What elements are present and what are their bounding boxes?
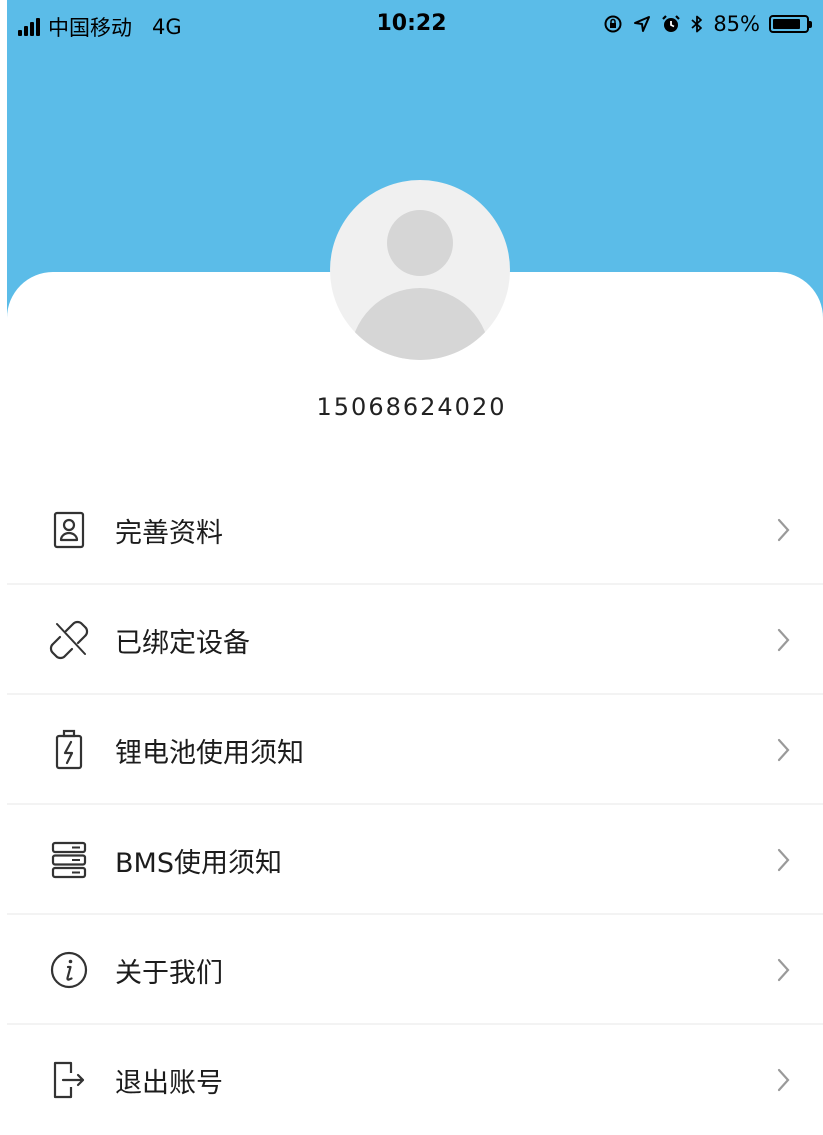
menu-item-logout[interactable]: 退出账号 [7,1025,823,1135]
avatar-head-shape [387,210,453,276]
user-card-icon [47,508,91,552]
alarm-icon [662,15,681,32]
menu-item-complete-profile[interactable]: 完善资料 [7,475,823,585]
location-icon [634,16,651,32]
info-icon [47,948,91,992]
menu-item-label: BMS使用须知 [115,847,282,879]
menu-item-about-us[interactable]: 关于我们 [7,915,823,1025]
chevron-right-icon [777,738,790,762]
battery-icon [769,15,812,33]
menu-item-bound-devices[interactable]: 已绑定设备 [7,585,823,695]
avatar[interactable] [330,180,510,360]
logout-icon [47,1058,91,1102]
menu-item-label: 完善资料 [115,517,223,549]
battery-percentage: 85% [713,12,760,36]
status-right: 85% [603,12,812,36]
chevron-right-icon [777,1068,790,1092]
menu-item-lithium-battery-guide[interactable]: 锂电池使用须知 [7,695,823,805]
status-bar: 中国移动 4G 10:22 85% [0,0,823,50]
server-stack-icon [47,838,91,882]
battery-charge-icon [47,728,91,772]
orientation-lock-icon [604,15,622,33]
menu-item-label: 关于我们 [115,957,223,989]
profile-screen: 中国移动 4G 10:22 85% 15068624020 完善资料 已绑定设备… [0,0,823,1128]
chevron-right-icon [777,848,790,872]
menu-item-label: 锂电池使用须知 [115,737,304,769]
chevron-right-icon [777,958,790,982]
menu-item-label: 已绑定设备 [115,627,250,659]
settings-menu: 完善资料 已绑定设备 锂电池使用须知 BMS使用须知 关于我们 退出账号 [7,475,823,1135]
phone-number: 15068624020 [316,393,507,421]
chevron-right-icon [777,518,790,542]
avatar-body-shape [350,288,490,360]
menu-item-label: 退出账号 [115,1067,223,1099]
battery-fill [773,19,801,29]
chevron-right-icon [777,628,790,652]
bluetooth-icon [691,15,703,33]
menu-item-bms-guide[interactable]: BMS使用须知 [7,805,823,915]
link-broken-icon [47,618,91,662]
